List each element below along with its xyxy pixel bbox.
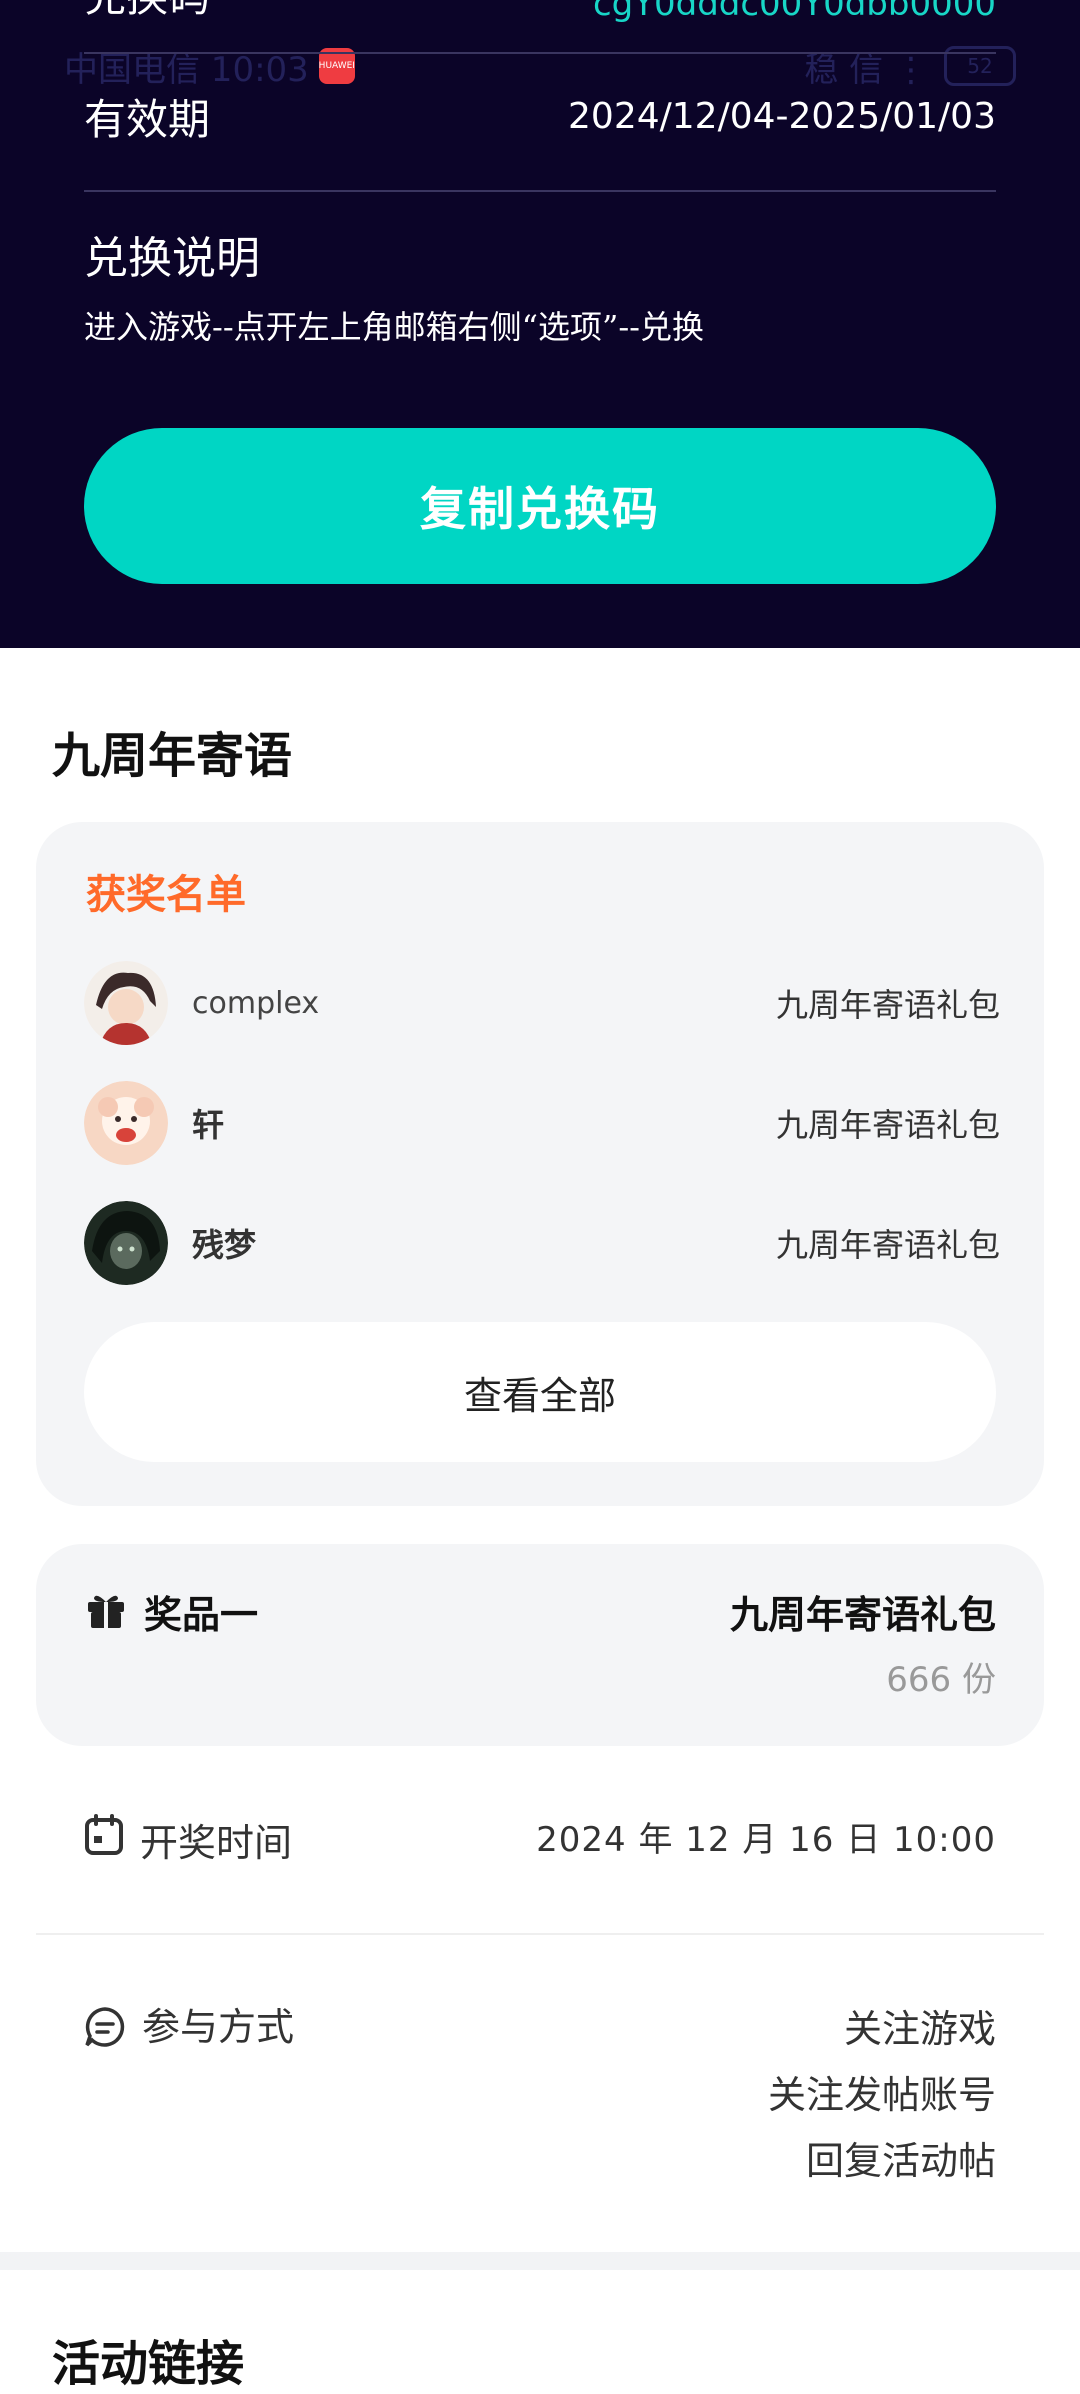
validity-value: 2024/12/04-2025/01/03 — [568, 95, 996, 137]
participation-label: 参与方式 — [142, 2005, 295, 2049]
participation-row: 参与方式 关注游戏 关注发帖账号 回复活动帖 — [84, 1996, 996, 2194]
winner-name: complex — [192, 985, 320, 1021]
winner-row[interactable]: 轩 九周年寄语礼包 — [84, 1078, 1000, 1168]
status-bar: 中国电信 10:03 HUAWEI 稳 信 ⋮ 52 — [64, 40, 1016, 92]
avatar[interactable] — [84, 1201, 168, 1285]
chat-icon — [84, 2006, 126, 2057]
avatar[interactable] — [84, 961, 168, 1045]
winner-row[interactable]: complex 九周年寄语礼包 — [84, 958, 1000, 1048]
section-gap — [0, 2252, 1080, 2270]
winner-name: 轩 — [192, 1106, 225, 1144]
participation-method[interactable]: 关注游戏 — [768, 1996, 996, 2062]
participation-method[interactable]: 回复活动帖 — [768, 2128, 996, 2194]
draw-time-value: 2024 年 12 月 16 日 10:00 — [536, 1820, 996, 1860]
redeem-code-label: 兑换码 — [84, 0, 210, 24]
winners-title: 获奖名单 — [86, 871, 246, 918]
validity-row: 有效期 2024/12/04-2025/01/03 — [84, 86, 996, 146]
carrier-time: 中国电信 10:03 — [64, 49, 309, 90]
avatar[interactable] — [84, 1081, 168, 1165]
prize-label: 奖品一 — [144, 1592, 259, 1637]
winners-card: 获奖名单 complex 九周年寄语礼包 轩 九周年寄语礼包 残梦 九周年寄语礼… — [36, 822, 1044, 1506]
gift-icon — [86, 1590, 126, 1634]
redeem-code-row: 兑换码 cgY0dddc00Y0dbb0000 — [84, 0, 996, 24]
prize-count: 666 份 — [886, 1660, 996, 1700]
redeem-panel: 兑换码 cgY0dddc00Y0dbb0000 中国电信 10:03 HUAWE… — [0, 0, 1080, 648]
winner-prize: 九周年寄语礼包 — [775, 1106, 1000, 1144]
winner-prize: 九周年寄语礼包 — [775, 1226, 1000, 1264]
redeem-description-text: 进入游戏--点开左上角邮箱右侧“选项”--兑换 — [84, 308, 704, 346]
copy-code-button[interactable]: 复制兑换码 — [84, 428, 996, 584]
draw-time-label: 开奖时间 — [140, 1821, 293, 1865]
winner-row[interactable]: 残梦 九周年寄语礼包 — [84, 1198, 1000, 1288]
divider — [36, 1933, 1044, 1935]
divider — [84, 52, 996, 54]
validity-label: 有效期 — [84, 94, 211, 144]
section-title-anniversary: 九周年寄语 — [52, 728, 293, 784]
prize-name: 九周年寄语礼包 — [729, 1592, 996, 1637]
redeem-description-title: 兑换说明 — [84, 233, 260, 284]
view-all-button[interactable]: 查看全部 — [84, 1322, 996, 1462]
section-title-links: 活动链接 — [52, 2336, 245, 2392]
prize-card: 奖品一 九周年寄语礼包 666 份 — [36, 1544, 1044, 1746]
calendar-icon — [84, 1814, 124, 1865]
draw-time-row: 开奖时间 2024 年 12 月 16 日 10:00 — [84, 1812, 996, 1867]
redeem-code-value[interactable]: cgY0dddc00Y0dbb0000 — [593, 0, 996, 24]
winner-prize: 九周年寄语礼包 — [775, 986, 1000, 1024]
status-icons: 稳 信 ⋮ — [804, 49, 928, 90]
participation-method[interactable]: 关注发帖账号 — [768, 2062, 996, 2128]
divider — [84, 190, 996, 192]
winner-name: 残梦 — [192, 1226, 257, 1264]
participation-methods: 关注游戏 关注发帖账号 回复活动帖 — [768, 1996, 996, 2194]
